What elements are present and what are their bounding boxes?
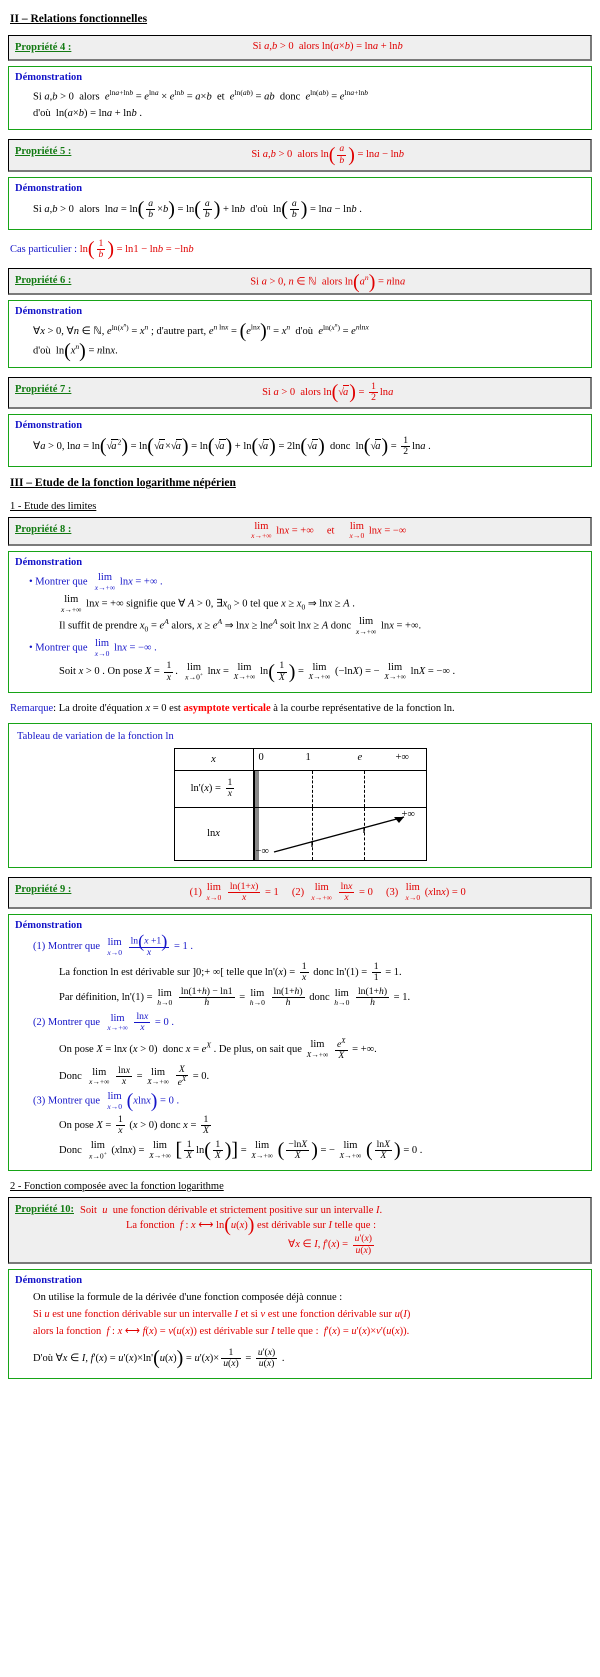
demo-title: Démonstration bbox=[15, 556, 83, 568]
property-9-label: Propriété 9 : bbox=[15, 883, 72, 895]
property-8-statement: lim x→+∞ lnx = +∞ et lim x→0 lnx = −∞ bbox=[251, 520, 407, 541]
demo-8-line-3: Soit x > 0 . On pose X = 1x. lim x→0+ lnx… bbox=[59, 660, 456, 683]
x-value-1: 1 bbox=[305, 751, 311, 763]
demo-box-10: Démonstration On utilise la formule de l… bbox=[8, 1268, 592, 1380]
demo-9-part3-line2: Donc lim x→0+ (xlnx) = lim X→+∞ [1 Xln(1 X)]… bbox=[59, 1138, 423, 1161]
property-box-5: Propriété 5 : Si a,b > 0 alors ln(a b) = … bbox=[8, 139, 592, 172]
property-5-statement: Si a,b > 0 alors ln(a b) = lna − lnb bbox=[251, 143, 405, 166]
variation-function-cells: −∞ +∞ bbox=[252, 806, 427, 861]
demo-9-part2-line2: Donc lim x→+∞ lnx x = lim X→+∞ XeX = 0. bbox=[59, 1064, 210, 1089]
property-7-statement: Si a > 0 alors ln(√a) = 1 2 lna bbox=[262, 380, 394, 403]
property-10-label: Propriété 10: bbox=[15, 1204, 74, 1216]
demo-10-line-2: Si u est une fonction dérivable sur un i… bbox=[33, 1308, 411, 1320]
demo-title: Démonstration bbox=[15, 420, 83, 432]
demo-9-part2-line1: On pose X = lnx (x > 0) donc x = eX . De… bbox=[59, 1036, 377, 1061]
x-value-inf: +∞ bbox=[395, 751, 409, 763]
property-10-line-2: La fonction f : x ⟷ ln(u(x)) est dérivab… bbox=[126, 1214, 376, 1237]
variation-row-derivative: ln'(x) = 1x bbox=[173, 769, 427, 808]
section-heading-iii: III – Etude de la fonction logarithme né… bbox=[10, 477, 236, 490]
variation-derivative-cells bbox=[252, 769, 427, 808]
property-6-statement: Si a > 0, n ∈ ℕ alors ln(an) = nlna bbox=[250, 270, 406, 293]
demo-6-line-2: d'où ln(xn) = nlnx. bbox=[33, 339, 118, 362]
document-page: II – Relations fonctionnelles Propriété … bbox=[0, 0, 600, 1398]
demo-box-8: Démonstration • Montrer que lim x→+∞ lnx … bbox=[8, 550, 592, 693]
x-value-e: e bbox=[357, 751, 363, 763]
demo-title: Démonstration bbox=[15, 1274, 83, 1286]
property-10-line-3: ∀x ∈ I, f'(x) = u'(x) u(x) bbox=[288, 1233, 374, 1256]
remark-text-after: à la courbe représentative de la fonctio… bbox=[270, 702, 455, 714]
property-7-label: Propriété 7 : bbox=[15, 383, 72, 395]
property-box-4: Propriété 4 : Si a,b > 0 alors ln(a×b) =… bbox=[8, 35, 592, 61]
demo-8-bullet-2: • Montrer que lim x→0 lnx = −∞ . bbox=[29, 638, 157, 658]
property-box-9: Propriété 9 : (1) lim x→0 ln(1+x) x = 1 (2… bbox=[8, 876, 592, 910]
demo-9-part1-line2: Par définition, ln'(1) = lim h→0 ln(1+h) … bbox=[59, 986, 411, 1009]
variation-row-x: x 0 1 e +∞ bbox=[173, 747, 427, 771]
property-box-7: Propriété 7 : Si a > 0 alors ln(√a) = 12… bbox=[8, 376, 592, 410]
demo-5-line-1: Si a,b > 0 alors lna = ln(a b ×b) = ln(a b)… bbox=[33, 197, 362, 220]
asymptote-bar bbox=[253, 770, 259, 807]
demo-10-line-1: On utilise la formule de la dérivée d'un… bbox=[33, 1291, 343, 1303]
remark-highlight: asymptote verticale bbox=[183, 702, 271, 714]
demo-title: Démonstration bbox=[15, 71, 83, 83]
demo-9-part2-title: (2) Montrer que lim x→+∞ lnx x = 0 . bbox=[33, 1011, 174, 1034]
property-box-8: Propriété 8 : lim x→+∞ lnx = +∞ et lim x→0… bbox=[8, 516, 592, 546]
special-case-line: Cas particulier : ln(1 b) = ln1 − lnb = −… bbox=[10, 238, 592, 261]
demo-title: Démonstration bbox=[15, 182, 83, 194]
dash-line-1 bbox=[311, 770, 313, 807]
demo-4-line-1: Si a,b > 0 alors elna+lnb = elna × elnb … bbox=[33, 87, 369, 103]
demo-title: Démonstration bbox=[15, 305, 83, 317]
demo-box-4: Démonstration Si a,b > 0 alors elna+lnb … bbox=[8, 65, 592, 131]
remark-line: Remarque: La droite d'équation x = 0 est… bbox=[10, 702, 455, 714]
demo-title: Démonstration bbox=[15, 920, 83, 932]
variation-row-function: lnx −∞ +∞ bbox=[173, 806, 427, 861]
demo-9-part1-title: (1) Montrer que lim x→0 ln(x +1) x = 1 . bbox=[33, 931, 194, 958]
demo-box-7: Démonstration ∀a > 0, lna = ln(√a2) = ln… bbox=[8, 414, 592, 468]
variation-table: x 0 1 e +∞ ln'(x) = 1x lnx −∞ +∞ bbox=[173, 747, 427, 861]
demo-8-line-1: lim x→+∞ lnx = +∞ signifie que ∀ A > 0, ∃… bbox=[61, 594, 355, 614]
variation-x-values: 0 1 e +∞ bbox=[252, 747, 427, 771]
demo-6-line-1: ∀x > 0, ∀n ∈ ℕ, eln(xn) = xn ; d'autre p… bbox=[33, 320, 369, 343]
demo-box-5: Démonstration Si a,b > 0 alors lna = ln(… bbox=[8, 176, 592, 230]
x-value-0: 0 bbox=[258, 751, 264, 763]
property-5-label: Propriété 5 : bbox=[15, 146, 72, 158]
property-10-line-1: Soit u une fonction dérivable et stricte… bbox=[80, 1205, 383, 1217]
fn-start-value: −∞ bbox=[255, 845, 269, 857]
demo-7-line-1: ∀a > 0, lna = ln(√a2) = ln(√a×√a) = ln(√… bbox=[33, 435, 431, 458]
fn-end-value: +∞ bbox=[401, 808, 415, 820]
demo-9-part1-line1: La fonction ln est dérivable sur ]0;+ ∞[… bbox=[59, 960, 402, 983]
property-4-statement: Si a,b > 0 alors ln(a×b) = lna + lnb bbox=[252, 41, 403, 53]
special-case-label: Cas particulier : bbox=[10, 244, 78, 256]
variation-table-box: Tableau de variation de la fonction ln x… bbox=[8, 722, 592, 868]
remark-text-before: : La droite d'équation bbox=[53, 702, 146, 714]
demo-box-9: Démonstration (1) Montrer que lim x→0 ln(… bbox=[8, 914, 592, 1172]
variation-label-function: lnx bbox=[173, 806, 254, 861]
demo-8-line-2: Il suffit de prendre x0 = eA alors, x ≥ … bbox=[59, 616, 422, 636]
section-heading-ii: II – Relations fonctionnelles bbox=[10, 13, 148, 25]
variation-label-x: x bbox=[173, 747, 254, 771]
property-6-label: Propriété 6 : bbox=[15, 275, 72, 287]
variation-label-derivative: ln'(x) = 1x bbox=[173, 769, 254, 808]
demo-10-line-3: alors la fonction f : x ⟷ f(x) = v(u(x))… bbox=[33, 1326, 410, 1338]
dash-line-e bbox=[363, 770, 365, 807]
subsection-heading-2: 2 - Fonction composée avec la fonction l… bbox=[10, 1181, 224, 1193]
special-case-formula: ln(1 b) = ln1 − lnb = −lnb bbox=[79, 238, 194, 261]
demo-9-part3-line1: On pose X = 1x (x > 0) donc x = 1X bbox=[59, 1113, 211, 1136]
demo-4-line-2: d'où ln(a×b) = lna + lnb . bbox=[33, 108, 142, 120]
property-10-statement: Soit u une fonction dérivable et stricte… bbox=[74, 1202, 584, 1258]
property-9-statement: (1) lim x→0 ln(1+x) x = 1 (2) lim x→+∞ lnx x… bbox=[189, 880, 466, 904]
remark-label: Remarque bbox=[10, 702, 54, 714]
demo-box-6: Démonstration ∀x > 0, ∀n ∈ ℕ, eln(xn) = … bbox=[8, 299, 592, 368]
increase-arrow bbox=[273, 816, 404, 853]
property-box-10: Propriété 10: Soit u une fonction dériva… bbox=[8, 1197, 592, 1264]
demo-8-bullet-1: • Montrer que lim x→+∞ lnx = +∞ . bbox=[29, 572, 163, 592]
property-8-label: Propriété 8 : bbox=[15, 523, 72, 535]
demo-9-part3-title: (3) Montrer que lim x→0 (xlnx) = 0 . bbox=[33, 1090, 180, 1113]
variation-table-title: Tableau de variation de la fonction ln bbox=[17, 730, 174, 742]
subsection-heading-1: 1 - Etude des limites bbox=[10, 500, 97, 512]
property-box-6: Propriété 6 : Si a > 0, n ∈ ℕ alors ln(a… bbox=[8, 268, 592, 295]
remark-est: est bbox=[169, 702, 184, 714]
property-4-label: Propriété 4 : bbox=[15, 42, 72, 54]
demo-10-line-4: D'où ∀x ∈ I, f'(x) = u'(x)×ln'(u(x)) = u… bbox=[33, 1347, 285, 1370]
